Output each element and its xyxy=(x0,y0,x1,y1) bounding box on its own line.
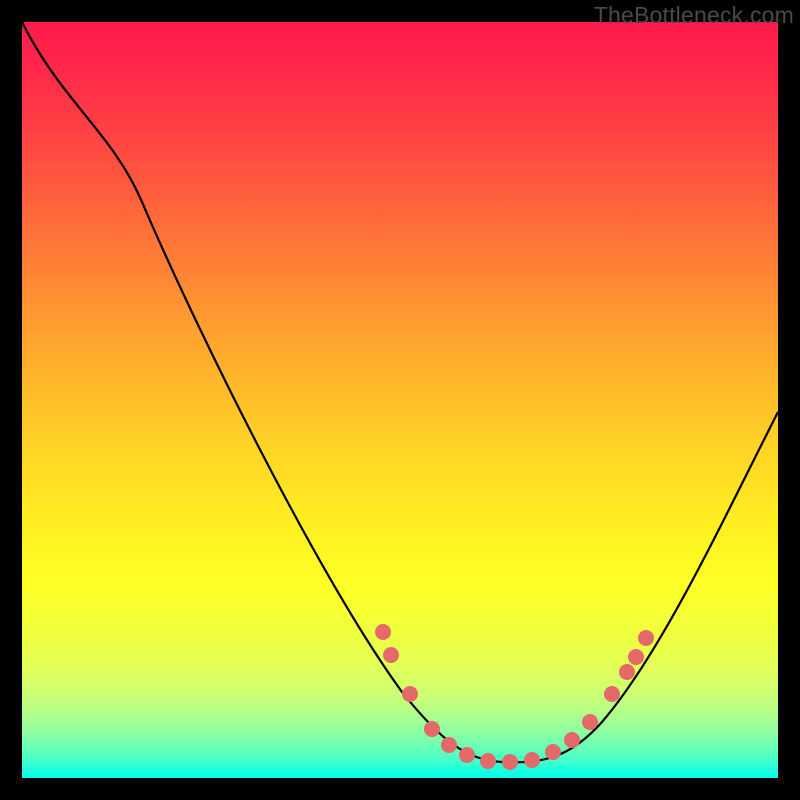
watermark-text: TheBottleneck.com xyxy=(594,2,794,29)
gradient-background xyxy=(22,22,778,778)
chart-frame xyxy=(22,22,778,778)
